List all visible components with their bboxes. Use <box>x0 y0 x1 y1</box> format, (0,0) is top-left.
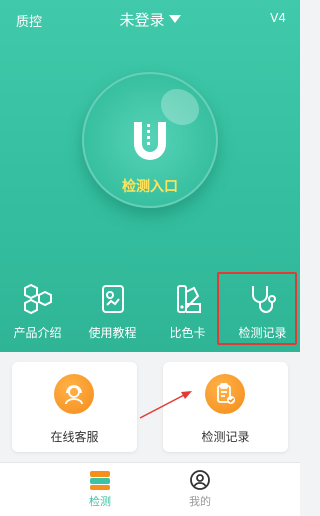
red-arrow-annotation <box>139 391 192 419</box>
detect-tab-icon <box>90 471 110 490</box>
tab-mine-label: 我的 <box>189 495 211 508</box>
bottom-tab-bar: 检测 我的 <box>0 462 300 516</box>
tab-mine[interactable]: 我的 <box>125 469 275 509</box>
user-icon <box>190 470 210 490</box>
